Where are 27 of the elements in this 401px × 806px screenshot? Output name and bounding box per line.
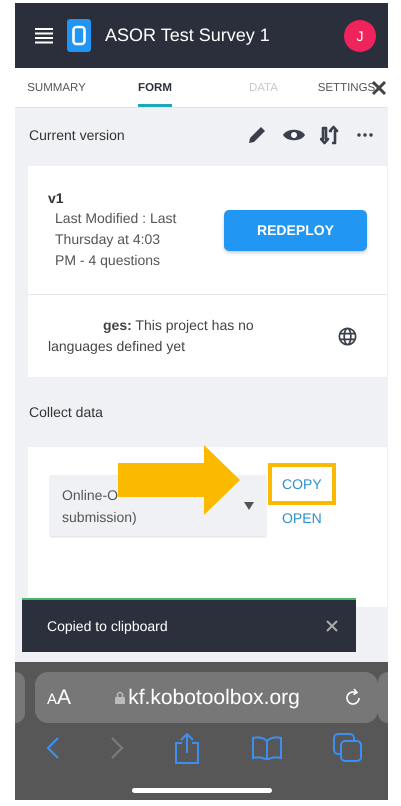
caret-icon[interactable] xyxy=(244,502,254,510)
redeploy-button[interactable]: REDEPLOY xyxy=(224,210,367,250)
version-details: Last Modified : Last Thursday at 4:03 PM - 4 questions xyxy=(54,208,178,270)
more-icon[interactable] xyxy=(356,132,374,138)
menu-icon[interactable] xyxy=(35,28,53,44)
lock-icon xyxy=(115,691,126,704)
nav-tab[interactable]: SUMMARY xyxy=(15,68,98,107)
current-version-label: Current version xyxy=(29,127,126,143)
address-bar[interactable]: AA kf.kobotoolbox.org xyxy=(35,672,378,723)
version-label: v1 xyxy=(48,190,65,206)
nav-tab[interactable]: FORM xyxy=(138,68,172,107)
link-button[interactable]: COPY xyxy=(282,476,322,492)
nav-tab[interactable]: SETTINGS xyxy=(304,68,388,107)
link-button[interactable]: OPEN xyxy=(282,510,336,526)
eye-icon[interactable] xyxy=(282,127,306,143)
url-text[interactable]: kf.kobotoolbox.org xyxy=(128,686,300,710)
close-icon[interactable] xyxy=(326,620,338,632)
globe-icon[interactable] xyxy=(338,326,357,346)
languages-text: ges: This project has no languages defined yet xyxy=(48,316,255,356)
pencil-icon[interactable] xyxy=(246,124,268,146)
collect-data-heading: Collect data xyxy=(28,403,104,422)
reload-icon[interactable] xyxy=(344,688,362,708)
user-avatar[interactable]: J xyxy=(344,20,376,52)
app-logo-icon xyxy=(67,19,91,52)
toast-message: Copied to clipboard xyxy=(47,618,169,634)
text-size-button[interactable]: AA xyxy=(47,686,72,710)
survey-title: ASOR Test Survey 1 xyxy=(105,25,271,46)
